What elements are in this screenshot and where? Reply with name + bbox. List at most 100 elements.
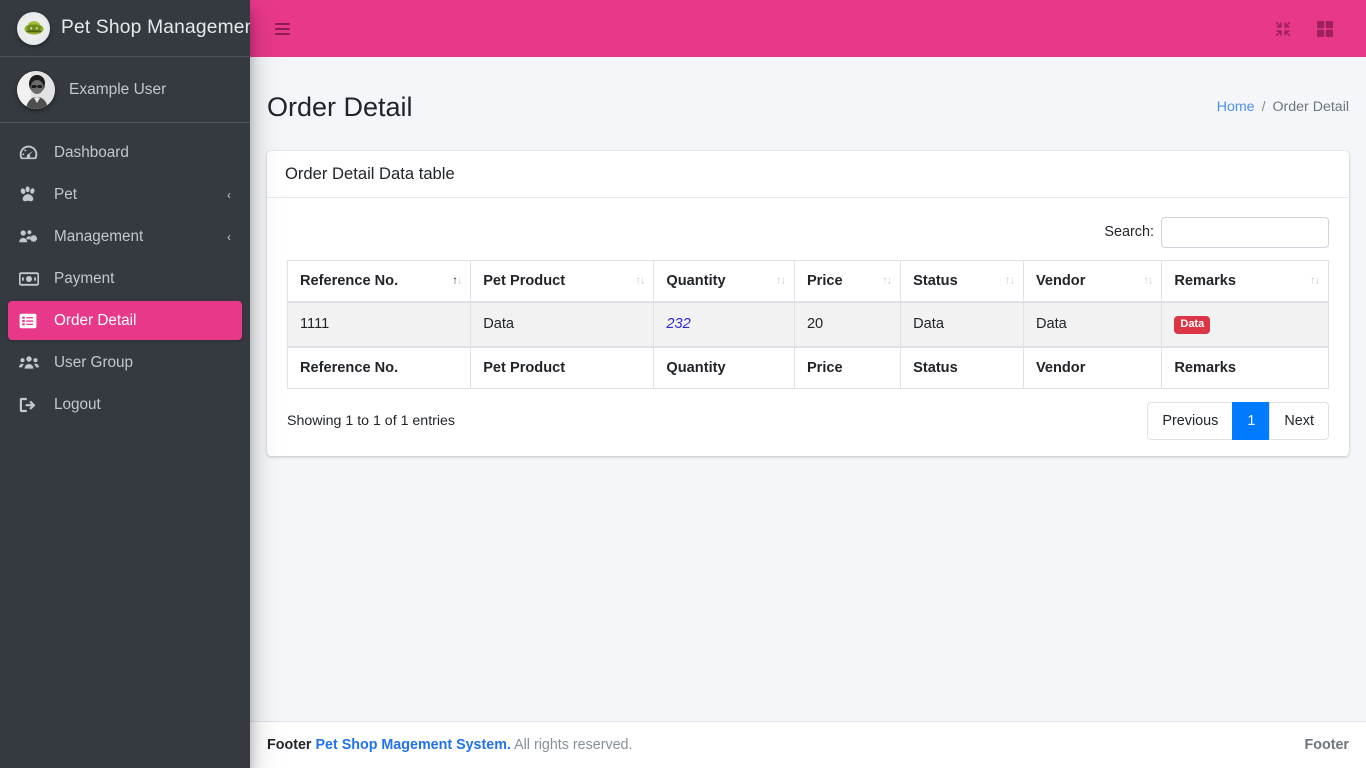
entries-info: Showing 1 to 1 of 1 entries <box>287 412 455 429</box>
breadcrumb-current: Order Detail <box>1272 99 1349 116</box>
column-label: Status <box>913 272 958 289</box>
table-body: 1111 Data 232 20 Data Data Data <box>286 301 1329 348</box>
column-label: Vendor <box>1035 272 1086 289</box>
breadcrumb: Home / Order Detail <box>1217 99 1349 115</box>
datatable-footer: Showing 1 to 1 of 1 entries Previous 1 N… <box>287 389 1329 442</box>
sort-icon: ↑↓ <box>1143 274 1153 287</box>
sidebar-item-label: Payment <box>54 269 115 287</box>
brand-title: Pet Shop Management <box>61 17 250 38</box>
users-icon <box>19 354 45 372</box>
sidebar: Pet Shop Management Example User Dashboa… <box>0 0 250 768</box>
avatar <box>17 70 55 109</box>
sidebar-item-label: Pet <box>54 185 77 203</box>
search-label: Search: <box>1104 224 1154 241</box>
cell-pet-product: Data <box>470 301 655 348</box>
table-head: Reference No. ↑↓ Pet Product ↑↓ Quantity… <box>286 259 1329 303</box>
sidebar-item-payment[interactable]: Payment <box>8 259 242 298</box>
footer-cell-pet-product: Pet Product <box>470 345 655 389</box>
sidebar-item-pet[interactable]: Pet ‹ <box>8 175 242 214</box>
sidebar-nav: Dashboard Pet ‹ Management ‹ Payment Ord… <box>0 123 250 424</box>
main-content: Order Detail Data table Search: Referenc… <box>250 150 1366 721</box>
pagination-previous[interactable]: Previous <box>1147 401 1234 440</box>
sort-icon: ↑↓ <box>775 274 786 287</box>
cell-quantity: 232 <box>653 301 795 348</box>
order-detail-table: Reference No. ↑↓ Pet Product ↑↓ Quantity… <box>286 259 1329 389</box>
datatable-toolbar: Search: <box>287 212 1329 260</box>
sign-out-icon <box>19 396 45 414</box>
sidebar-item-management[interactable]: Management ‹ <box>8 217 242 256</box>
footer-cell-reference-no: Reference No. <box>286 345 472 389</box>
topbar-actions <box>1273 19 1349 39</box>
sidebar-item-logout[interactable]: Logout <box>8 385 242 424</box>
footer-right: Footer <box>1304 737 1349 753</box>
sidebar-item-label: Order Detail <box>54 311 137 329</box>
footer-cell-vendor: Vendor <box>1022 345 1163 389</box>
sort-icon: ↑↓ <box>1310 274 1320 287</box>
sidebar-item-label: Dashboard <box>54 143 129 161</box>
card-body: Search: Reference No. ↑↓ Pet Product ↑↓ … <box>267 198 1349 456</box>
sort-icon: ↑↓ <box>882 274 892 287</box>
cell-price: 20 <box>793 301 902 348</box>
column-label: Price <box>806 272 843 289</box>
column-header-vendor[interactable]: Vendor ↑↓ <box>1022 259 1163 303</box>
compress-icon[interactable] <box>1273 19 1293 39</box>
footer-cell-quantity: Quantity <box>653 345 795 389</box>
tachometer-icon <box>19 144 45 162</box>
paw-circle-logo-icon <box>17 11 50 45</box>
order-detail-card: Order Detail Data table Search: Referenc… <box>267 150 1349 456</box>
column-header-pet-product[interactable]: Pet Product ↑↓ <box>470 259 655 303</box>
sort-icon: ↑↓ <box>1004 274 1015 287</box>
column-label: Quantity <box>666 272 726 289</box>
column-header-reference-no[interactable]: Reference No. ↑↓ <box>286 259 472 303</box>
paw-icon <box>19 186 45 204</box>
sort-icon: ↑↓ <box>635 274 645 287</box>
pagination-page-1[interactable]: 1 <box>1232 401 1271 440</box>
sidebar-item-label: User Group <box>54 353 134 371</box>
footer-cell-status: Status <box>900 345 1024 389</box>
sidebar-item-order-detail[interactable]: Order Detail <box>8 301 242 340</box>
column-label: Pet Product <box>483 272 566 289</box>
column-header-price[interactable]: Price ↑↓ <box>793 259 902 303</box>
pagination: Previous 1 Next <box>1147 401 1329 440</box>
footer-prefix: Footer <box>267 737 312 753</box>
cell-remarks: Data <box>1161 301 1329 348</box>
brand-link[interactable]: Pet Shop Management <box>0 0 250 57</box>
money-bill-icon <box>19 270 45 288</box>
hamburger-icon[interactable] <box>267 14 297 44</box>
topbar <box>250 0 1366 57</box>
breadcrumb-separator: / <box>1261 99 1266 116</box>
column-header-remarks[interactable]: Remarks ↑↓ <box>1161 259 1329 303</box>
quantity-link[interactable]: 232 <box>666 316 690 332</box>
user-name: Example User <box>69 80 167 98</box>
column-header-quantity[interactable]: Quantity ↑↓ <box>653 259 795 303</box>
cell-status: Data <box>900 301 1024 348</box>
table-foot: Reference No. Pet Product Quantity Price… <box>286 345 1329 389</box>
card-title: Order Detail Data table <box>267 151 1349 198</box>
content-wrapper: Order Detail Home / Order Detail Order D… <box>250 0 1366 768</box>
table-footer-row: Reference No. Pet Product Quantity Price… <box>286 345 1329 389</box>
column-header-status[interactable]: Status ↑↓ <box>900 259 1024 303</box>
user-panel[interactable]: Example User <box>0 57 250 123</box>
column-label: Remarks <box>1174 272 1237 289</box>
page-title: Order Detail <box>267 92 413 123</box>
footer-cell-remarks: Remarks <box>1161 345 1329 389</box>
footer-rights: All rights reserved. <box>514 737 633 753</box>
footer-brand-link[interactable]: Pet Shop Magement System. <box>315 737 510 753</box>
sort-icon-asc-active: ↑↓ <box>452 274 462 287</box>
cell-vendor: Data <box>1022 301 1163 348</box>
footer-left: Footer Pet Shop Magement System. All rig… <box>267 737 632 753</box>
footer-cell-price: Price <box>793 345 902 389</box>
sidebar-item-label: Logout <box>54 395 101 413</box>
sidebar-item-label: Management <box>54 227 144 245</box>
breadcrumb-home[interactable]: Home <box>1217 99 1255 115</box>
list-alt-icon <box>19 312 45 330</box>
pagination-next[interactable]: Next <box>1269 401 1329 440</box>
search-input[interactable] <box>1161 216 1329 248</box>
table-row[interactable]: 1111 Data 232 20 Data Data Data <box>286 301 1329 348</box>
cell-reference-no: 1111 <box>286 301 472 348</box>
th-large-icon[interactable] <box>1315 19 1335 39</box>
chevron-left-icon: ‹ <box>227 187 231 202</box>
chevron-left-icon: ‹ <box>227 229 231 244</box>
sidebar-item-dashboard[interactable]: Dashboard <box>8 133 242 172</box>
sidebar-item-user-group[interactable]: User Group <box>8 343 242 382</box>
